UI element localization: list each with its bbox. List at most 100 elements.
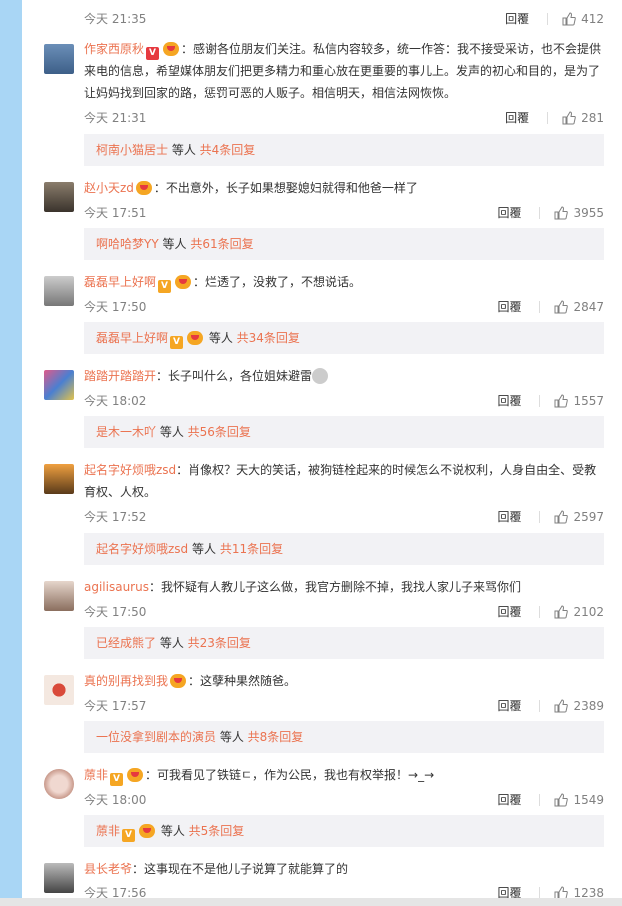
comment-text: 真的别再找到我 ：这孽种果然随爸。 — [84, 670, 604, 692]
avatar[interactable] — [44, 581, 74, 611]
reply-button[interactable]: 回覆 — [505, 109, 529, 126]
sub-reply-mid: 等人 — [158, 237, 191, 251]
avatar[interactable] — [44, 863, 74, 893]
sub-reply-user[interactable]: 蒝非 — [96, 824, 120, 838]
divider — [539, 793, 541, 806]
like-button[interactable]: 281 — [562, 111, 604, 125]
thumbs-up-icon — [554, 393, 569, 407]
sub-reply-count-link[interactable]: 共61条回复 — [190, 237, 253, 251]
sub-reply-count-link[interactable]: 共34条回复 — [237, 331, 300, 345]
sub-reply-mid: 等人 — [205, 331, 237, 345]
sub-reply-count-link[interactable]: 共23条回复 — [188, 636, 251, 650]
sub-reply-count-link[interactable]: 共8条回复 — [248, 730, 304, 744]
comment-actions: 回覆 1549 — [497, 791, 604, 808]
username-link[interactable]: 真的别再找到我 — [84, 674, 168, 688]
like-count: 2597 — [573, 509, 604, 524]
sub-reply-user[interactable]: 起名字好烦哦zsd — [96, 542, 188, 556]
reply-button[interactable]: 回覆 — [497, 298, 521, 315]
username-link[interactable]: 赵小天zd — [84, 181, 134, 195]
comment-time: 今天 21:31 — [84, 111, 147, 125]
comment-time: 今天 17:50 — [84, 605, 147, 619]
sub-replies-box[interactable]: 已经成熊了 等人 共23条回复 — [84, 627, 604, 659]
like-count: 2102 — [573, 604, 604, 619]
sub-replies-box[interactable]: 是木一木吖 等人 共56条回复 — [84, 416, 604, 448]
avatar[interactable] — [44, 276, 74, 306]
sub-reply-count-link[interactable]: 共56条回复 — [188, 425, 251, 439]
comment-actions: 回覆 281 — [505, 109, 604, 126]
sub-reply-user[interactable]: 已经成熊了 — [96, 636, 156, 650]
like-button[interactable]: 1557 — [554, 394, 604, 408]
username-link[interactable]: 蒝非 — [84, 768, 108, 782]
sub-reply-count-link[interactable]: 共4条回复 — [200, 143, 256, 157]
divider — [547, 12, 549, 25]
horizontal-scrollbar[interactable] — [0, 898, 622, 906]
like-button[interactable]: 2847 — [554, 300, 604, 314]
username-link[interactable]: agilisaurus — [84, 580, 149, 594]
username-link[interactable]: 县长老爷 — [84, 862, 132, 876]
comment-time: 今天 21:35 — [84, 12, 147, 26]
reply-button[interactable]: 回覆 — [497, 603, 521, 620]
comment-actions: 回覆 2102 — [497, 603, 604, 620]
sub-replies-box[interactable]: 啊哈哈梦YY 等人 共61条回复 — [84, 228, 604, 260]
sub-reply-mid: 等人 — [168, 143, 200, 157]
comment-actions: 回覆 2847 — [497, 298, 604, 315]
reply-button[interactable]: 回覆 — [497, 697, 521, 714]
like-button[interactable]: 2597 — [554, 510, 604, 524]
comment-body: ：可我看见了铁链ㄷ，作为公民，我也有权举报！→_→ — [145, 768, 435, 782]
like-count: 281 — [581, 110, 604, 125]
divider — [539, 605, 541, 618]
thumbs-up-icon — [562, 11, 576, 25]
thumbs-up-icon — [554, 792, 569, 806]
thumbs-up-icon — [554, 698, 569, 712]
sub-reply-user[interactable]: 是木一木吖 — [96, 425, 156, 439]
sub-replies-box[interactable]: 柯南小猫居士 等人 共4条回复 — [84, 134, 604, 166]
username-link[interactable]: 起名字好烦哦zsd — [84, 463, 176, 477]
like-count: 1549 — [573, 792, 604, 807]
sub-reply-mid: 等人 — [157, 824, 189, 838]
sub-reply-count-link[interactable]: 共11条回复 — [220, 542, 283, 556]
sub-replies-box[interactable]: 一位没拿到剧本的演员 等人 共8条回复 — [84, 721, 604, 753]
reply-button[interactable]: 回覆 — [497, 508, 521, 525]
comment-time: 今天 17:50 — [84, 300, 147, 314]
sub-reply-user[interactable]: 啊哈哈梦YY — [96, 237, 159, 251]
sub-reply-mid: 等人 — [216, 730, 248, 744]
avatar[interactable] — [44, 44, 74, 74]
reply-button[interactable]: 回覆 — [497, 392, 521, 409]
like-count: 2389 — [573, 698, 604, 713]
sub-replies-box[interactable]: 蒝非 V 等人 共5条回复 — [84, 815, 604, 847]
avatar[interactable] — [44, 769, 74, 799]
reply-button[interactable]: 回覆 — [497, 791, 521, 808]
fan-badge-icon — [127, 768, 144, 782]
avatar[interactable] — [44, 675, 74, 705]
like-button[interactable]: 2102 — [554, 605, 604, 619]
sub-reply-user[interactable]: 柯南小猫居士 — [96, 143, 168, 157]
sub-reply-count-link[interactable]: 共5条回复 — [189, 824, 245, 838]
sub-reply-user[interactable]: 磊磊早上好啊 — [96, 331, 168, 345]
comment-text: 赵小天zd ：不出意外，长子如果想娶媳妇就得和他爸一样了 — [84, 177, 604, 199]
fan-badge-icon — [135, 181, 152, 195]
sub-replies-box[interactable]: 磊磊早上好啊 V 等人 共34条回复 — [84, 322, 604, 354]
avatar[interactable] — [44, 182, 74, 212]
comment-body: ：这事现在不是他儿子说算了就能算了的 — [132, 862, 349, 876]
avatar[interactable] — [44, 464, 74, 494]
like-button[interactable]: 412 — [562, 12, 604, 26]
comment-text: 蒝非 V ：可我看见了铁链ㄷ，作为公民，我也有权举报！→_→ — [84, 764, 604, 786]
divider — [539, 699, 541, 712]
comment-text: 起名字好烦哦zsd：肖像权？天大的笑话，被狗链栓起来的时候怎么不说权利，人身自由… — [84, 459, 604, 503]
username-link[interactable]: 踏踏开踏踏开 — [84, 369, 156, 383]
username-link[interactable]: 磊磊早上好啊 — [84, 275, 156, 289]
comment-body: ：长子叫什么，各位姐妹避雷 — [156, 369, 313, 383]
like-button[interactable]: 2389 — [554, 699, 604, 713]
sub-replies-box[interactable]: 起名字好烦哦zsd 等人 共11条回复 — [84, 533, 604, 565]
like-count: 1557 — [573, 393, 604, 408]
reply-button[interactable]: 回覆 — [497, 204, 521, 221]
avatar[interactable] — [44, 370, 74, 400]
username-link[interactable]: 作家西原秋 — [84, 42, 144, 56]
reply-button[interactable]: 回覆 — [505, 10, 529, 27]
like-button[interactable]: 3955 — [554, 206, 604, 220]
like-button[interactable]: 1549 — [554, 793, 604, 807]
left-sidebar-strip — [0, 0, 22, 906]
comment-actions: 回覆 2389 — [497, 697, 604, 714]
comment-actions: 回覆 412 — [505, 10, 604, 27]
sub-reply-user[interactable]: 一位没拿到剧本的演员 — [96, 730, 216, 744]
